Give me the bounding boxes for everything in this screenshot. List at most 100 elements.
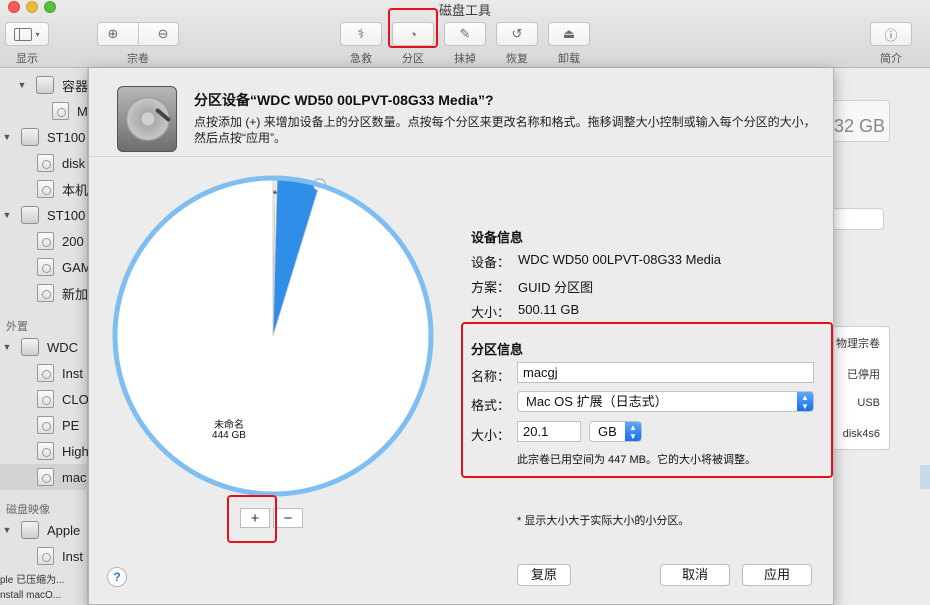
restore-button[interactable]: ↺ — [496, 22, 538, 46]
sidebar-item-volume[interactable]: 新加 — [0, 280, 88, 306]
remove-partition-button[interactable]: − — [273, 508, 303, 528]
sidebar-item-volume[interactable]: High — [0, 438, 88, 464]
disclosure-triangle-icon[interactable]: ▼ — [1, 525, 13, 535]
highlight-partition-button — [388, 8, 438, 48]
disclosure-triangle-icon[interactable]: ▼ — [1, 132, 13, 142]
sidebar-item-label: disk — [62, 155, 86, 171]
pie-slice-size: 444 GB — [212, 430, 246, 441]
main-content-background: 32 GB 物理宗卷 已停用 USB disk4s6 — [832, 68, 930, 605]
sidebar-item-label: M — [77, 103, 88, 119]
disclosure-triangle-icon[interactable]: ▼ — [1, 210, 13, 220]
device-value: WDC WD50 00LPVT-08G33 Media — [518, 252, 722, 267]
property-value: disk4s6 — [842, 428, 880, 440]
volume-icon — [52, 102, 69, 120]
volume-icon — [37, 232, 54, 250]
scheme-key: 方案： — [471, 280, 511, 295]
sidebar-item-volume-selected[interactable]: mac — [0, 464, 88, 490]
sidebar-item-label: High — [62, 443, 88, 459]
size-key: 大小： — [471, 305, 511, 320]
property-value: USB — [857, 397, 880, 409]
sidebar-item-disk[interactable]: ▼ ST100 — [0, 202, 88, 228]
sidebar-item-label: 200 — [62, 233, 84, 249]
unmount-button[interactable]: ⏏ — [548, 22, 590, 46]
partition-sheet: 分区设备“WDC WD50 00LPVT-08G33 Media”? 点按添加 … — [88, 68, 835, 605]
sidebar-item-volume[interactable]: M — [0, 98, 88, 124]
volume-icon — [37, 468, 54, 486]
sidebar-item-label: GAM — [62, 259, 88, 275]
disclosure-triangle-icon[interactable]: ▼ — [16, 80, 28, 90]
disclosure-triangle-icon[interactable]: ▼ — [1, 342, 13, 352]
scroll-edge — [920, 465, 930, 489]
divider — [89, 156, 835, 157]
sidebar-item-label: ST100 — [47, 129, 86, 145]
scheme-value: GUID 分区图 — [518, 280, 594, 295]
sidebar-item-label: mac — [62, 469, 87, 485]
sidebar-item-volume[interactable]: Inst — [0, 543, 88, 569]
info-button[interactable]: ⓘ — [870, 22, 912, 46]
sidebar-item-volume[interactable]: disk — [0, 150, 88, 176]
volume-icon — [37, 284, 54, 302]
size-value: 500.11 GB — [518, 302, 580, 317]
sidebar-item-label: PE — [62, 417, 80, 433]
sidebar-item-volume[interactable]: Inst — [0, 360, 88, 386]
volume-icon — [37, 390, 54, 408]
sidebar-item-volume[interactable]: CLO — [0, 386, 88, 412]
volume-icon — [37, 154, 54, 172]
usage-bar — [832, 208, 884, 230]
sidebar-item-disk[interactable]: ▼ WDC — [0, 334, 88, 360]
sidebar-item-label: 容器 — [61, 78, 88, 94]
add-volume-icon[interactable]: ⊕ — [108, 26, 119, 42]
remove-volume-icon[interactable]: ⊖ — [158, 26, 169, 42]
disk-icon — [21, 128, 39, 146]
sidebar-item-label: Apple — [47, 522, 81, 538]
sidebar-item-volume[interactable]: 200 — [0, 228, 88, 254]
device-info-header: 设备信息 — [471, 230, 524, 245]
partition-label: 分区 — [402, 53, 424, 65]
highlight-partition-info — [461, 322, 833, 478]
display-button[interactable]: ▾ — [5, 22, 49, 46]
pie-slice-name: 未命名 — [214, 420, 244, 431]
first-aid-label: 急救 — [350, 53, 372, 65]
sidebar-item-volume[interactable]: PE — [0, 412, 88, 438]
sidebar-item-disk[interactable]: ▼ ST100 — [0, 124, 88, 150]
sidebar-item-volume[interactable]: 本机 — [0, 176, 88, 202]
property-value: 物理宗卷 — [836, 338, 880, 350]
info-label: 简介 — [880, 53, 902, 65]
restore-label: 恢复 — [506, 53, 528, 65]
eject-icon: ⏏ — [562, 26, 576, 41]
volume-icon — [37, 180, 54, 198]
volume-icon — [37, 364, 54, 382]
erase-button[interactable]: ✎ — [444, 22, 486, 46]
sidebar-item-label: ST100 — [47, 207, 86, 223]
erase-label: 抹掉 — [454, 53, 476, 65]
sidebar-section-external: 外置 — [6, 321, 28, 333]
sidebar-item-label: CLO — [62, 391, 88, 407]
sheet-title: 分区设备“WDC WD50 00LPVT-08G33 Media”? — [194, 92, 494, 108]
sidebar-item-label: WDC — [47, 339, 79, 355]
volume-icon — [37, 442, 54, 460]
disk-icon — [21, 338, 39, 356]
disk-icon — [21, 206, 39, 224]
window-title: 磁盘工具 — [438, 3, 491, 18]
volume-icon — [37, 416, 54, 434]
property-value: 已停用 — [847, 369, 880, 381]
first-aid-button[interactable]: ⚕ — [340, 22, 382, 46]
display-label: 显示 — [16, 53, 38, 65]
main-toolbar: 磁盘工具 ▾ 显示 ⊕ ⊖ 宗卷 ⚕ 急救 ◔ 分区 ✎ 抹掉 ↺ 恢复 ⏏ 卸… — [0, 0, 930, 68]
sidebar-item-label: 本机 — [62, 182, 88, 198]
apply-button[interactable]: 应用 — [742, 564, 812, 586]
sidebar-status-line: ple 已压缩为... — [0, 575, 65, 586]
cancel-button[interactable]: 取消 — [660, 564, 730, 586]
sidebar-item-disk-image[interactable]: ▼ Apple — [0, 517, 88, 543]
device-key: 设备： — [471, 255, 511, 270]
partition-pie-chart[interactable]: ** — [109, 172, 439, 502]
unmount-label: 卸载 — [558, 53, 580, 65]
revert-button[interactable]: 复原 — [517, 564, 571, 586]
help-button[interactable]: ? — [107, 567, 127, 587]
info-icon: ⓘ — [884, 27, 898, 43]
volume-icon — [37, 547, 54, 565]
sidebar-item-container[interactable]: ▼ 容器 — [0, 72, 88, 98]
sidebar-item-volume[interactable]: GAM — [0, 254, 88, 280]
volume-label: 宗卷 — [127, 53, 149, 65]
sidebar-item-label: Inst — [62, 548, 83, 564]
